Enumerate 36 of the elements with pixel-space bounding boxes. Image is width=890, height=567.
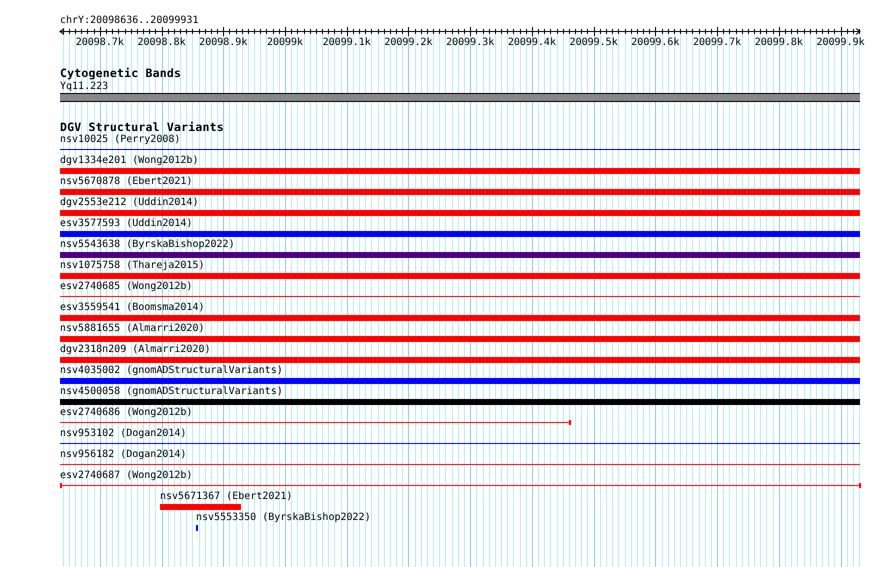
variant-label: esv3559541 (Boomsma2014) (60, 302, 204, 315)
variant-label: esv2740685 (Wong2012b) (60, 281, 192, 294)
variant-label: nsv5670878 (Ebert2021) (60, 176, 192, 189)
tick-label: 20099.3k (446, 37, 494, 48)
variant-label: dgv1334e201 (Wong2012b) (60, 155, 198, 168)
variant-label: esv3577593 (Uddin2014) (60, 218, 192, 231)
variant-label: nsv5671367 (Ebert2021) (160, 491, 292, 504)
variant-label: nsv5881655 (Almarri2020) (60, 323, 204, 336)
variant-label: nsv953102 (Dogan2014) (60, 428, 186, 441)
variant-label: nsv10025 (Perry2008) (60, 134, 180, 147)
variant-label: dgv2553e212 (Uddin2014) (60, 197, 198, 210)
tick-label: 20099.2k (384, 37, 433, 48)
tick-label: 20099.8k (754, 37, 803, 48)
variant-label: dgv2318n209 (Almarri2020) (60, 344, 211, 357)
track-title: DGV Structural Variants (60, 121, 225, 134)
tick-label: 20099.5k (570, 37, 618, 48)
tick-label: 20099k (266, 37, 304, 48)
tick-label: 20099.6k (631, 37, 680, 48)
variant-label: nsv5553350 (ByrskaBishop2022) (196, 512, 371, 525)
tick-label: 20098.8k (137, 37, 186, 48)
tick-label: 20099.9k (816, 37, 865, 48)
band-label: Yq11.223 (60, 80, 110, 93)
track-title: Cytogenetic Bands (60, 67, 182, 80)
tick-label: 20098.9k (199, 37, 248, 48)
variant-label: nsv4500058 (gnomADStructuralVariants) (60, 386, 283, 399)
tick-label: 20099.7k (693, 37, 742, 48)
variant-label: nsv956182 (Dogan2014) (60, 449, 186, 462)
variant-label: esv2740687 (Wong2012b) (60, 470, 192, 483)
genome-position: chrY:20098636..20099931 (60, 15, 200, 27)
variant-label: nsv1075758 (Thareja2015) (60, 260, 204, 273)
variant-label: nsv4035002 (gnomADStructuralVariants) (60, 365, 283, 378)
tick-label: 20099.4k (508, 37, 556, 48)
tick-label: 20098.7k (76, 37, 124, 48)
variant-label: esv2740686 (Wong2012b) (60, 407, 192, 420)
variant-label: nsv5543638 (ByrskaBishop2022) (60, 239, 235, 252)
tick-label: 20099.1k (322, 37, 371, 48)
